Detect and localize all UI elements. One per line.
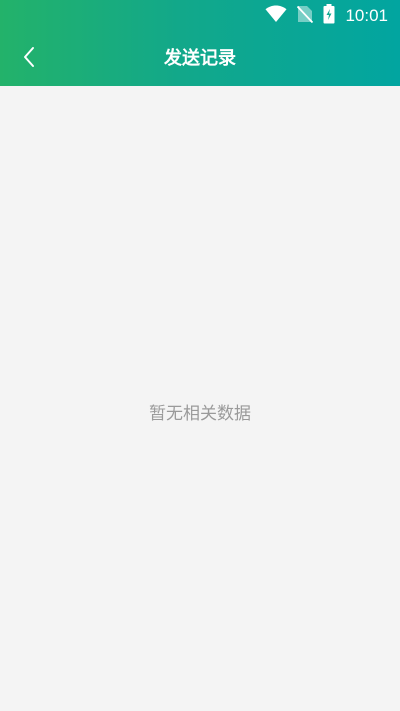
page-title: 发送记录 (164, 48, 236, 69)
chevron-left-icon (22, 46, 36, 72)
status-bar: 10:01 (0, 0, 400, 32)
battery-charging-icon (323, 4, 335, 28)
content-area: 暂无相关数据 (0, 86, 400, 711)
app-header: 10:01 发送记录 (0, 0, 400, 86)
status-icons: 10:01 (265, 4, 388, 28)
empty-state-message: 暂无相关数据 (149, 404, 251, 424)
wifi-icon (265, 5, 287, 27)
back-button[interactable] (10, 40, 48, 78)
status-time: 10:01 (345, 6, 388, 25)
no-sim-icon (297, 5, 314, 27)
toolbar: 发送记录 (0, 32, 400, 86)
